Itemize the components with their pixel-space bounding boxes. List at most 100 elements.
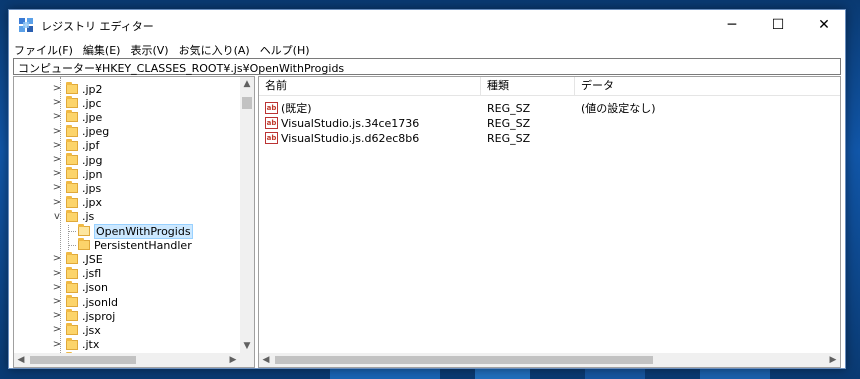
tree-item[interactable]: > .jsfl	[53, 266, 102, 281]
menu-favorites[interactable]: お気に入り(A)	[174, 40, 255, 58]
folder-icon	[78, 238, 90, 251]
scroll-thumb[interactable]	[275, 356, 653, 364]
folder-icon	[66, 266, 78, 279]
tree-item-label: .jsonld	[82, 295, 119, 309]
folder-icon	[66, 110, 78, 123]
folder-icon	[66, 138, 78, 151]
tree-item[interactable]: > .JSE	[53, 252, 103, 266]
value-row[interactable]: ab VisualStudio.js.d62ec8b6 REG_SZ	[259, 131, 840, 146]
tree-item-label: .jpx	[82, 196, 103, 210]
tree-item-label: .jpe	[82, 110, 103, 124]
tree-item-label: PersistentHandler	[94, 238, 192, 252]
minimize-icon: ─	[727, 17, 737, 33]
string-value-icon: ab	[265, 102, 278, 114]
list-horizontal-scrollbar[interactable]: ◀ ▶	[259, 353, 840, 367]
tree-item-label: .js	[82, 210, 95, 224]
tree-item-label: .json	[82, 281, 108, 295]
tree-item[interactable]: > .jsx	[53, 323, 101, 337]
menu-view[interactable]: 表示(V)	[125, 40, 173, 58]
value-type: REG_SZ	[487, 132, 531, 145]
key-tree-pane: > .jp2 > .jpc > .jpe > .jpeg > .jpf > .jpg > .jpn > .jp…	[13, 76, 255, 368]
menu-help[interactable]: ヘルプ(H)	[255, 40, 315, 58]
scroll-up-arrow-icon[interactable]: ▲	[240, 77, 254, 91]
string-value-icon: ab	[265, 117, 278, 129]
tree-item-label: .jpg	[82, 153, 103, 167]
menu-bar: ファイル(F) 編集(E) 表示(V) お気に入り(A) ヘルプ(H)	[9, 40, 845, 58]
column-type-header[interactable]: 種類	[481, 77, 575, 95]
column-name-header[interactable]: 名前	[259, 77, 481, 95]
folder-icon	[66, 167, 78, 180]
maximize-button[interactable]: ☐	[755, 10, 801, 40]
folder-icon	[66, 323, 78, 336]
values-list-pane: 名前 種類 データ ab (既定) REG_SZ (値の設定なし) ab VisualSt…	[258, 76, 841, 368]
tree-guide-line	[60, 77, 61, 353]
minimize-button[interactable]: ─	[709, 10, 755, 40]
tree-item[interactable]: > .jpeg	[53, 124, 109, 139]
value-name: VisualStudio.js.d62ec8b6	[281, 132, 420, 145]
tree-item-label: OpenWithProgids	[94, 223, 193, 239]
tree-item[interactable]: OpenWithProgids	[68, 223, 193, 239]
folder-icon	[66, 337, 78, 350]
tree-item[interactable]: > .jp2	[53, 82, 103, 96]
scroll-thumb[interactable]	[30, 356, 136, 364]
tree-vertical-scrollbar[interactable]: ▲ ▼	[240, 77, 254, 353]
folder-icon	[66, 124, 78, 137]
menu-edit[interactable]: 編集(E)	[78, 40, 126, 58]
folder-icon	[66, 309, 78, 322]
folder-icon	[66, 195, 78, 208]
tree-item-label: .jpc	[82, 96, 102, 110]
value-name: VisualStudio.js.34ce1736	[281, 117, 420, 130]
column-data-header[interactable]: データ	[575, 77, 840, 95]
value-data: (値の設定なし)	[581, 102, 656, 115]
value-type: REG_SZ	[487, 117, 531, 130]
tree-item[interactable]: PersistentHandler	[68, 238, 192, 252]
tree-item-label: .JSE	[82, 252, 103, 266]
value-row[interactable]: ab VisualStudio.js.34ce1736 REG_SZ	[259, 116, 840, 131]
folder-icon	[66, 295, 78, 307]
folder-icon	[66, 153, 78, 165]
tree-connector-line	[68, 231, 76, 232]
scroll-right-arrow-icon[interactable]: ▶	[226, 353, 240, 367]
registry-editor-window: レジストリ エディター ─ ☐ ✕ ファイル(F) 編集(E) 表示(V) お気…	[8, 9, 846, 369]
address-bar[interactable]: コンピューター¥HKEY_CLASSES_ROOT¥.js¥OpenWithPr…	[13, 58, 841, 75]
scroll-right-arrow-icon[interactable]: ▶	[826, 353, 840, 367]
maximize-icon: ☐	[771, 17, 785, 33]
tree-item[interactable]: > .jsproj	[53, 309, 116, 323]
tree-item-label: .jpn	[82, 167, 103, 181]
tree-item[interactable]: > .jpx	[53, 195, 103, 210]
tree-horizontal-scrollbar[interactable]: ◀ ▶	[14, 353, 240, 367]
tree-item[interactable]: > .jpe	[53, 110, 103, 124]
scroll-down-arrow-icon[interactable]: ▼	[240, 339, 254, 353]
tree-item[interactable]: > .jpn	[53, 167, 103, 181]
tree-item-label: .jsfl	[82, 267, 102, 281]
folder-icon	[66, 82, 78, 94]
tree-child-guide-line	[68, 224, 69, 250]
scroll-left-arrow-icon[interactable]: ◀	[14, 353, 28, 367]
folder-icon	[66, 181, 78, 194]
folder-icon	[66, 252, 78, 265]
menu-file[interactable]: ファイル(F)	[9, 40, 78, 58]
tree-item[interactable]: > .jtx	[53, 337, 100, 352]
tree-item[interactable]: > .jps	[53, 181, 102, 195]
tree-item-label: .jps	[82, 181, 102, 195]
close-button[interactable]: ✕	[801, 10, 847, 40]
tree-item-label: .jtx	[82, 338, 100, 352]
tree-item[interactable]: > .jpc	[53, 96, 102, 110]
tree-item[interactable]: > .jsonld	[53, 295, 119, 309]
scroll-thumb[interactable]	[242, 97, 252, 109]
tree-connector-line	[68, 245, 76, 247]
tree-item-label: .jsx	[82, 323, 101, 337]
scroll-left-arrow-icon[interactable]: ◀	[259, 353, 273, 367]
tree-item[interactable]: v .js	[54, 209, 95, 224]
key-tree: > .jp2 > .jpc > .jpe > .jpeg > .jpf > .jpg > .jpn > .jp…	[14, 77, 240, 353]
list-header: 名前 種類 データ	[259, 77, 840, 96]
window-title: レジストリ エディター	[41, 20, 154, 33]
title-bar[interactable]: レジストリ エディター ─ ☐ ✕	[9, 10, 845, 40]
tree-item[interactable]: > .jpg	[53, 153, 103, 167]
tree-item[interactable]: > .json	[53, 280, 108, 295]
tree-item[interactable]: > .jpf	[53, 138, 99, 153]
string-value-icon: ab	[265, 132, 278, 144]
value-row[interactable]: ab (既定) REG_SZ (値の設定なし)	[259, 101, 840, 116]
tree-item-label: .jsproj	[82, 309, 116, 323]
folder-icon	[66, 280, 78, 293]
